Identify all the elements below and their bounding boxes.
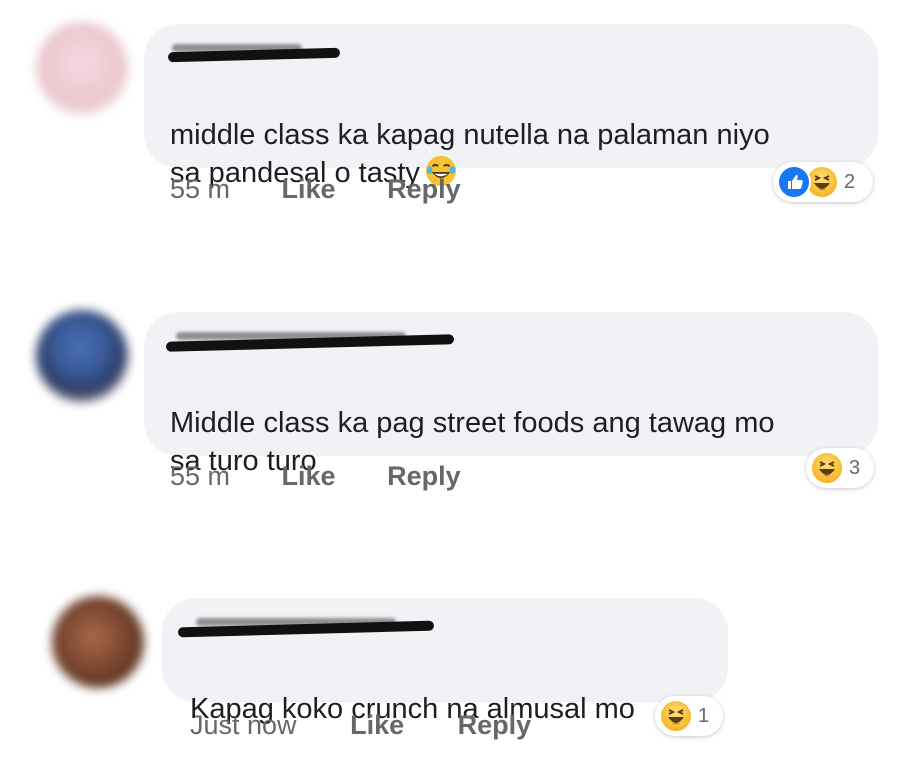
- haha-reaction-icon: [810, 451, 844, 485]
- like-button[interactable]: Like: [350, 710, 404, 741]
- avatar[interactable]: [52, 596, 144, 688]
- reactions-summary[interactable]: 1: [655, 696, 723, 736]
- reaction-count: 1: [698, 704, 710, 727]
- comment-3: Kapag koko crunch na almusal mo Just now…: [0, 0, 923, 769]
- reply-button[interactable]: Reply: [458, 710, 532, 741]
- haha-reaction-icon: [659, 699, 693, 733]
- comment-actions: Just now Like Reply: [190, 710, 531, 741]
- like-reaction-icon: [777, 165, 811, 199]
- comment-timestamp: Just now: [190, 710, 297, 740]
